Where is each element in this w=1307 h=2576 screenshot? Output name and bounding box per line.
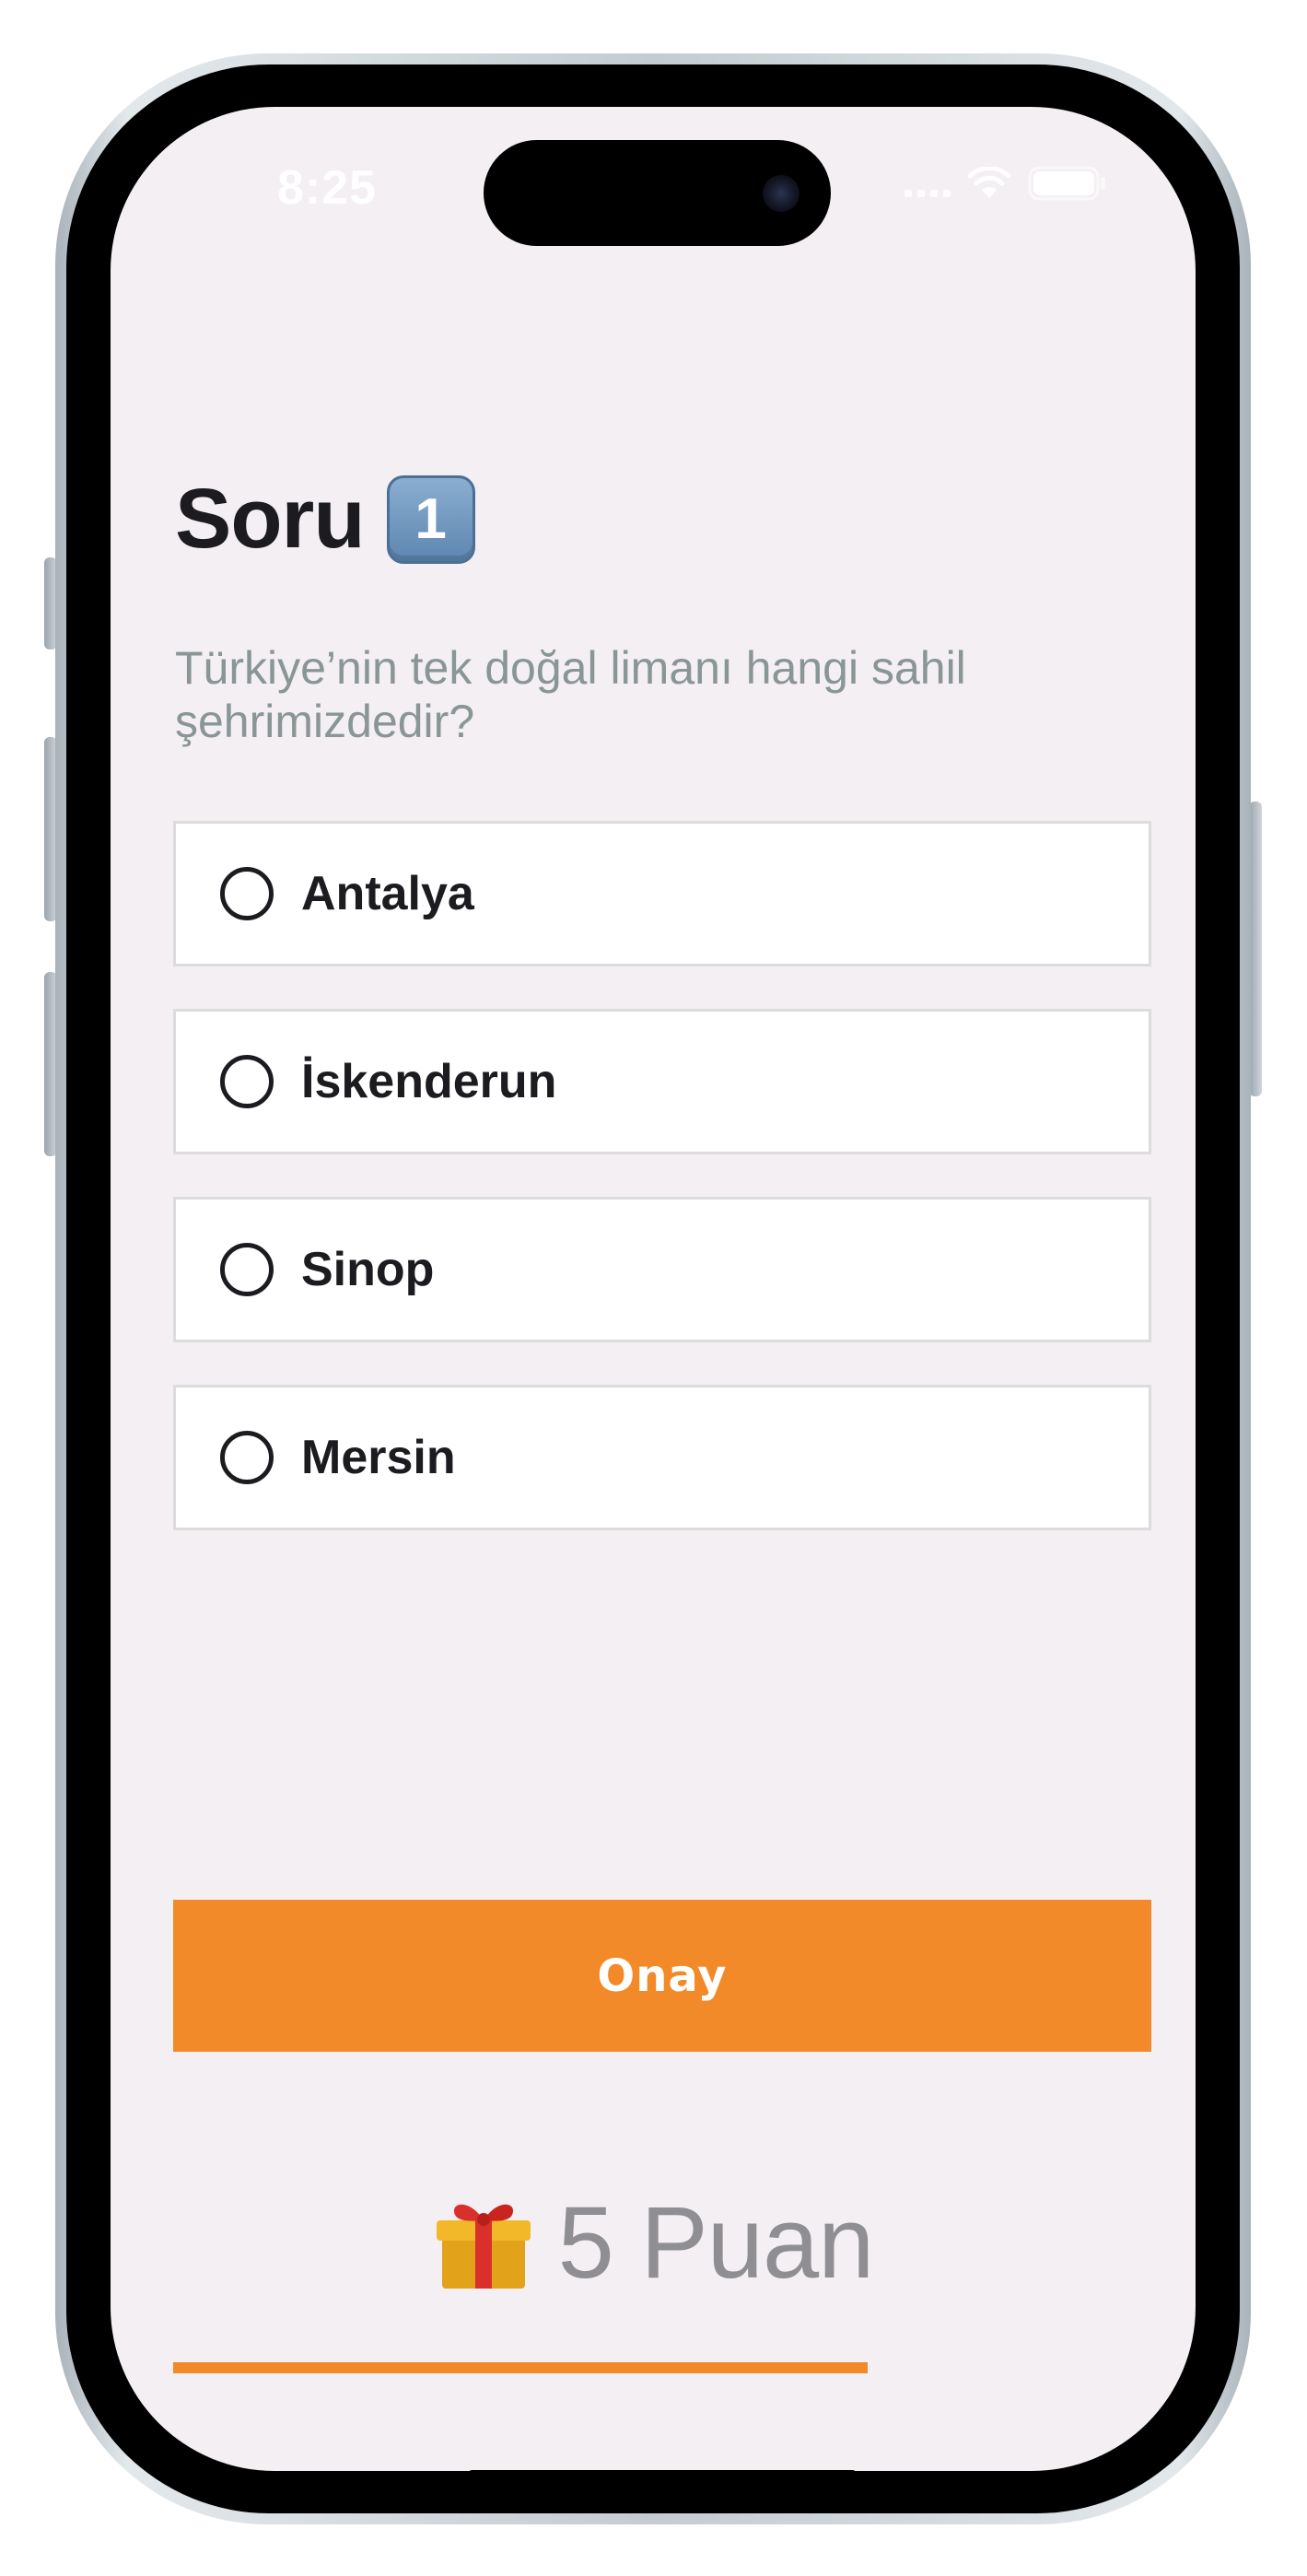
points-text: 5 Puan	[557, 2186, 875, 2300]
answer-options: Antalya İskenderun Sinop Mersin	[173, 821, 1151, 1530]
answer-option-label: Sinop	[301, 1243, 435, 1296]
radio-button[interactable]	[220, 867, 274, 920]
status-indicators	[904, 166, 1107, 201]
device-stage: 8:25 Soru 1 Türkiye’nin tek doğal limanı…	[0, 0, 1307, 2576]
home-indicator[interactable]	[466, 2470, 858, 2471]
radio-button[interactable]	[220, 1431, 274, 1484]
answer-option[interactable]: Antalya	[173, 821, 1151, 966]
power-button	[1249, 802, 1262, 1096]
progress-bar	[173, 2362, 1151, 2373]
answer-option[interactable]: İskenderun	[173, 1009, 1151, 1154]
answer-option-label: İskenderun	[301, 1055, 557, 1108]
question-text: Türkiye’nin tek doğal limanı hangi sahil…	[175, 642, 966, 747]
gift-icon	[433, 2193, 534, 2294]
answer-option[interactable]: Mersin	[173, 1385, 1151, 1530]
status-time: 8:25	[276, 161, 378, 215]
question-number: 1	[414, 487, 447, 551]
page-title: Soru	[175, 472, 366, 566]
battery-icon	[1028, 166, 1107, 201]
radio-button[interactable]	[220, 1055, 274, 1108]
app-screen: 8:25 Soru 1 Türkiye’nin tek doğal limanı…	[111, 107, 1196, 2471]
keycap-digit-icon: 1	[386, 474, 475, 564]
cellular-signal-icon	[904, 170, 951, 197]
front-camera-icon	[763, 175, 799, 212]
points-display: 5 Puan	[111, 2184, 1196, 2301]
answer-option-label: Mersin	[301, 1431, 456, 1484]
confirm-button[interactable]: Onay	[173, 1900, 1151, 2052]
answer-option[interactable]: Sinop	[173, 1197, 1151, 1342]
question-header: Soru 1	[175, 471, 475, 568]
dynamic-island	[484, 140, 831, 246]
radio-button[interactable]	[220, 1243, 274, 1296]
wifi-icon	[967, 167, 1011, 200]
answer-option-label: Antalya	[301, 867, 474, 920]
progress-fill	[173, 2362, 869, 2373]
